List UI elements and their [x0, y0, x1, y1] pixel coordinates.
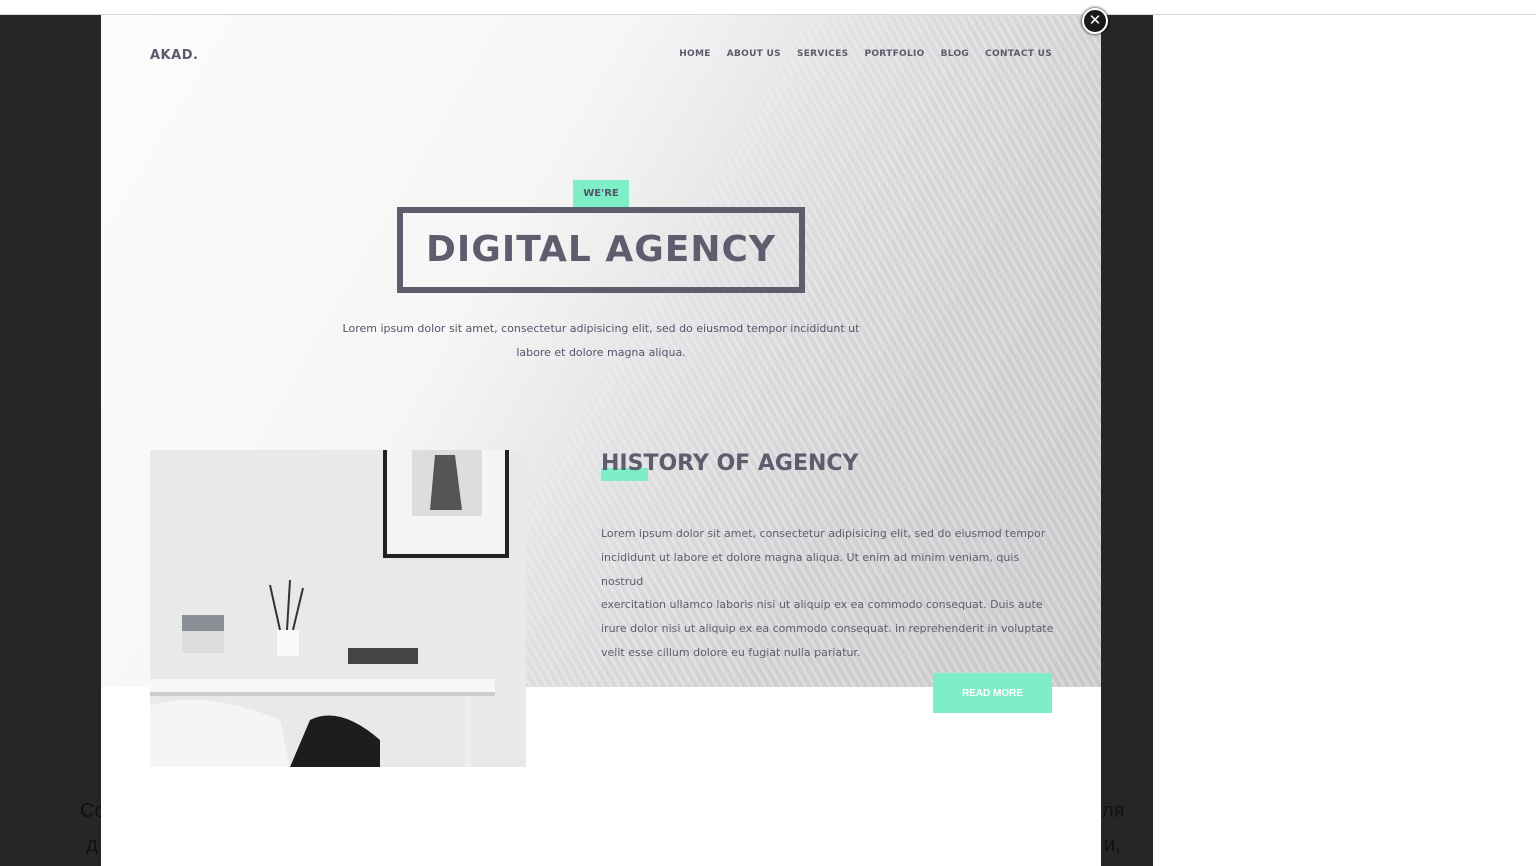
- nav-about-us[interactable]: ABOUT US: [727, 49, 781, 59]
- read-more-button[interactable]: READ MORE: [933, 673, 1052, 713]
- site-nav: HOME ABOUT US SERVICES PORTFOLIO BLOG CO…: [679, 49, 1052, 59]
- history-text-line: incididunt ut labore et dolore magna ali…: [601, 550, 1020, 588]
- lightbox-image: AKAD. HOME ABOUT US SERVICES PORTFOLIO B…: [101, 15, 1101, 866]
- nav-portfolio[interactable]: PORTFOLIO: [864, 49, 924, 59]
- nav-blog[interactable]: BLOG: [941, 49, 970, 59]
- hero-text-line: labore et dolore magna aliqua.: [516, 346, 686, 359]
- history-text-line: irure dolor nisi ut aliquip ex ea commod…: [601, 622, 1054, 636]
- background-text: и,: [1104, 834, 1121, 856]
- desk-photo: [150, 450, 526, 767]
- nav-services[interactable]: SERVICES: [797, 49, 849, 59]
- background-text: д: [86, 834, 98, 856]
- hero-text: Lorem ipsum dolor sit amet, consectetur …: [301, 317, 901, 365]
- history-text: Lorem ipsum dolor sit amet, consectetur …: [601, 522, 1061, 665]
- history-text-line: Lorem ipsum dolor sit amet, consectetur …: [601, 527, 1046, 540]
- history-text-line: exercitation ullamco laboris nisi ut ali…: [601, 598, 1043, 612]
- history-title: HISTORY OF AGENCY: [601, 451, 859, 481]
- history-text-line: velit esse cillum dolore eu fugiat nulla…: [601, 645, 861, 659]
- background-text: ля: [1102, 800, 1125, 822]
- history-title-text: HISTORY OF AGENCY: [601, 451, 859, 476]
- hero-badge: WE'RE: [573, 180, 629, 207]
- hero-text-line: Lorem ipsum dolor sit amet, consectetur …: [342, 322, 860, 335]
- browser-top-strip: [0, 0, 1536, 15]
- nav-contact-us[interactable]: CONTACT US: [985, 49, 1052, 59]
- close-icon[interactable]: ✕: [1082, 8, 1108, 34]
- hero-title: DIGITAL AGENCY: [397, 207, 805, 293]
- site-logo: AKAD.: [150, 48, 199, 63]
- nav-home[interactable]: HOME: [679, 49, 711, 59]
